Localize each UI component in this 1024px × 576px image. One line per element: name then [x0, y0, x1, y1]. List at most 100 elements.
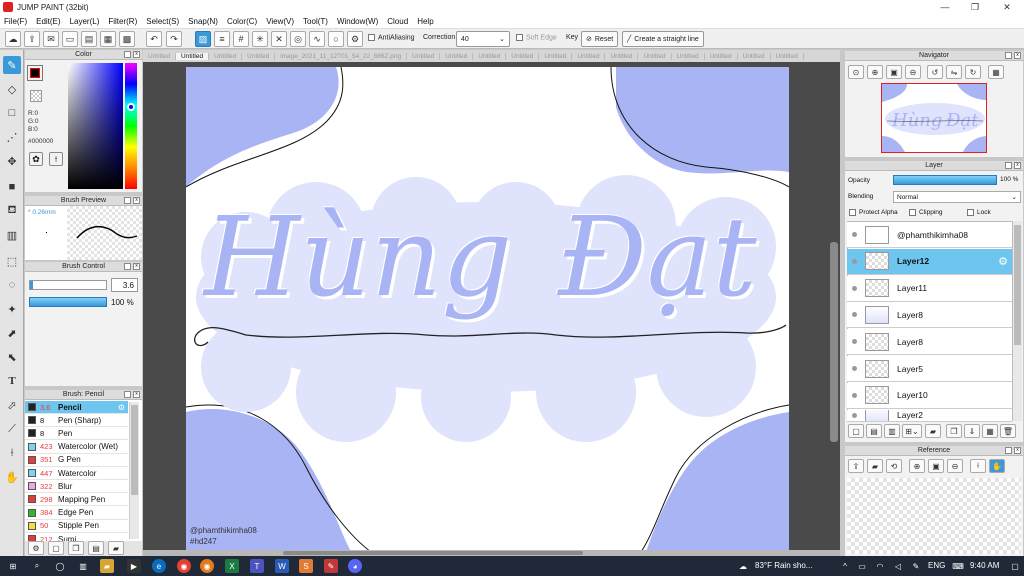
- notification-icon[interactable]: ▢: [1008, 559, 1022, 573]
- operation-tool-icon[interactable]: ⬀: [3, 396, 21, 414]
- rotate-right-icon[interactable]: ↻: [965, 65, 981, 79]
- document-tab[interactable]: Untitled: [440, 52, 474, 60]
- comment-icon[interactable]: ✉: [43, 31, 59, 47]
- fit-window-icon[interactable]: ▣: [886, 65, 902, 79]
- volume-icon[interactable]: ◁: [891, 559, 905, 573]
- visibility-icon[interactable]: [852, 412, 857, 418]
- layer-row[interactable]: Layer8: [847, 329, 1012, 356]
- bucket-tool-icon[interactable]: ⛾: [3, 202, 21, 220]
- menu-tool[interactable]: Tool(T): [303, 17, 328, 26]
- reference-link-icon[interactable]: ⟲: [886, 459, 902, 473]
- snap-parallel-icon[interactable]: ≡: [214, 31, 230, 47]
- add-layer-menu-icon[interactable]: ⊞⌄: [902, 424, 922, 438]
- visibility-icon[interactable]: [852, 232, 857, 237]
- visibility-icon[interactable]: [852, 366, 857, 371]
- new-layer-3-icon[interactable]: ▥: [884, 424, 900, 438]
- primary-color-swatch[interactable]: [27, 65, 43, 81]
- document-tab[interactable]: Untitled: [407, 52, 441, 60]
- new-file-icon[interactable]: ▤: [81, 31, 97, 47]
- menu-view[interactable]: View(V): [266, 17, 294, 26]
- panel-close-icon[interactable]: x: [1014, 447, 1021, 454]
- navigator-settings-icon[interactable]: ▦: [988, 65, 1004, 79]
- transparent-color-swatch[interactable]: [30, 90, 42, 102]
- eraser-tool-icon[interactable]: ◇: [3, 80, 21, 98]
- brush-list-item[interactable]: 423 Watercolor (Wet): [25, 441, 128, 454]
- store-icon[interactable]: S: [299, 559, 313, 573]
- menu-cloud[interactable]: Cloud: [387, 17, 408, 26]
- video-app-icon[interactable]: ▶: [127, 559, 141, 573]
- brush-list-item[interactable]: 447 Watercolor: [25, 467, 128, 480]
- menu-snap[interactable]: Snap(N): [188, 17, 218, 26]
- layer-settings-icon[interactable]: ▦: [982, 424, 998, 438]
- search-icon[interactable]: ⌕: [30, 559, 44, 573]
- snap-circle-icon[interactable]: ◎: [290, 31, 306, 47]
- vertical-scrollbar-thumb[interactable]: [830, 242, 838, 442]
- document-tab[interactable]: image_2021_11_12T01_54_22_886Z.png: [275, 52, 408, 60]
- select-pen-tool-icon[interactable]: ⬈: [3, 324, 21, 342]
- brush-folder-icon[interactable]: ▰: [108, 541, 124, 555]
- panel-float-icon[interactable]: [1005, 447, 1012, 454]
- zoom-out-icon[interactable]: ⊖: [905, 65, 921, 79]
- panel-close-icon[interactable]: x: [133, 263, 140, 270]
- document-tab[interactable]: Untitled: [209, 52, 243, 60]
- layer-settings-gear-icon[interactable]: ⚙: [998, 255, 1008, 268]
- panel-float-icon[interactable]: [1005, 162, 1012, 169]
- brush-list-item[interactable]: 3.6 Pencil ⚙: [25, 401, 128, 414]
- grid-icon[interactable]: ▩: [119, 31, 135, 47]
- document-tab[interactable]: Untitled: [506, 52, 540, 60]
- snap-ring-icon[interactable]: ○: [328, 31, 344, 47]
- brush-size-input[interactable]: 3.6: [111, 278, 138, 292]
- brush-list-item[interactable]: 8 Pen: [25, 427, 128, 441]
- document-tab[interactable]: Untitled: [143, 52, 177, 60]
- reference-zoom-in-icon[interactable]: ⊕: [909, 459, 925, 473]
- visibility-icon[interactable]: [852, 285, 857, 291]
- redo-icon[interactable]: ↷: [166, 31, 182, 47]
- file-explorer-icon[interactable]: ▰: [100, 559, 114, 573]
- brush-list-item[interactable]: 351 G Pen: [25, 454, 128, 467]
- reference-upload-icon[interactable]: ⇪: [848, 459, 864, 473]
- hand-tool-icon[interactable]: ✋: [3, 468, 21, 486]
- dot-tool-icon[interactable]: ⋰: [3, 128, 21, 146]
- rotate-left-icon[interactable]: ↺: [927, 65, 943, 79]
- select-eraser-tool-icon[interactable]: ⬉: [3, 348, 21, 366]
- menu-select[interactable]: Select(S): [146, 17, 179, 26]
- merge-icon[interactable]: ⇓: [964, 424, 980, 438]
- widgets-icon[interactable]: ▥: [76, 559, 90, 573]
- panel-close-icon[interactable]: x: [1014, 52, 1021, 59]
- reference-eyedropper-icon[interactable]: ⟊: [970, 459, 986, 473]
- document-tab[interactable]: Untitled: [605, 52, 639, 60]
- brush-settings-icon[interactable]: ⚙: [118, 403, 125, 412]
- gradient-tool-icon[interactable]: ▥: [3, 226, 21, 244]
- duplicate-icon[interactable]: ❐: [946, 424, 962, 438]
- visibility-icon[interactable]: [852, 258, 857, 264]
- layer-row[interactable]: Layer2: [847, 409, 1012, 422]
- rect-select-tool-icon[interactable]: □: [3, 104, 21, 122]
- snap-off-icon[interactable]: ▨: [195, 31, 211, 47]
- panel-close-icon[interactable]: x: [133, 51, 140, 58]
- document-tab[interactable]: Untitled: [638, 52, 672, 60]
- brush-list-item[interactable]: 298 Mapping Pen: [25, 493, 128, 507]
- jump-paint-icon[interactable]: ✎: [324, 559, 338, 573]
- snap-radial-icon[interactable]: ✳: [252, 31, 268, 47]
- maximize-icon[interactable]: ❐: [960, 0, 990, 14]
- discord-icon[interactable]: ◕: [348, 559, 362, 573]
- document-tab[interactable]: Untitled: [705, 52, 738, 60]
- select-tool-icon[interactable]: ⬚: [3, 252, 21, 270]
- canvas-workspace[interactable]: Hùng Đạt @phamthikimha08 #hd247: [143, 62, 840, 552]
- straight-line-button[interactable]: ╱ Create a straight line: [622, 31, 704, 47]
- zoom-in-icon[interactable]: ⊕: [867, 65, 883, 79]
- snap-cross-icon[interactable]: ✕: [271, 31, 287, 47]
- layer-list-scrollbar[interactable]: [1013, 221, 1022, 421]
- correction-input[interactable]: 40 ⌄: [456, 31, 510, 47]
- pen-tool-icon[interactable]: ✎: [3, 56, 21, 74]
- pen-tray-icon[interactable]: ✎: [909, 559, 923, 573]
- magic-wand-tool-icon[interactable]: ✦: [3, 300, 21, 318]
- navigator-thumbnail[interactable]: Hùng Đạt: [881, 83, 987, 153]
- edge-icon[interactable]: e: [152, 559, 166, 573]
- document-tab[interactable]: Untitled: [539, 52, 573, 60]
- document-tab[interactable]: Untitled: [738, 52, 771, 60]
- visibility-icon[interactable]: [852, 392, 857, 398]
- document-tab[interactable]: Untitled: [672, 52, 705, 60]
- language-indicator[interactable]: ENG: [928, 561, 945, 570]
- palette-icon[interactable]: ✿: [29, 152, 43, 166]
